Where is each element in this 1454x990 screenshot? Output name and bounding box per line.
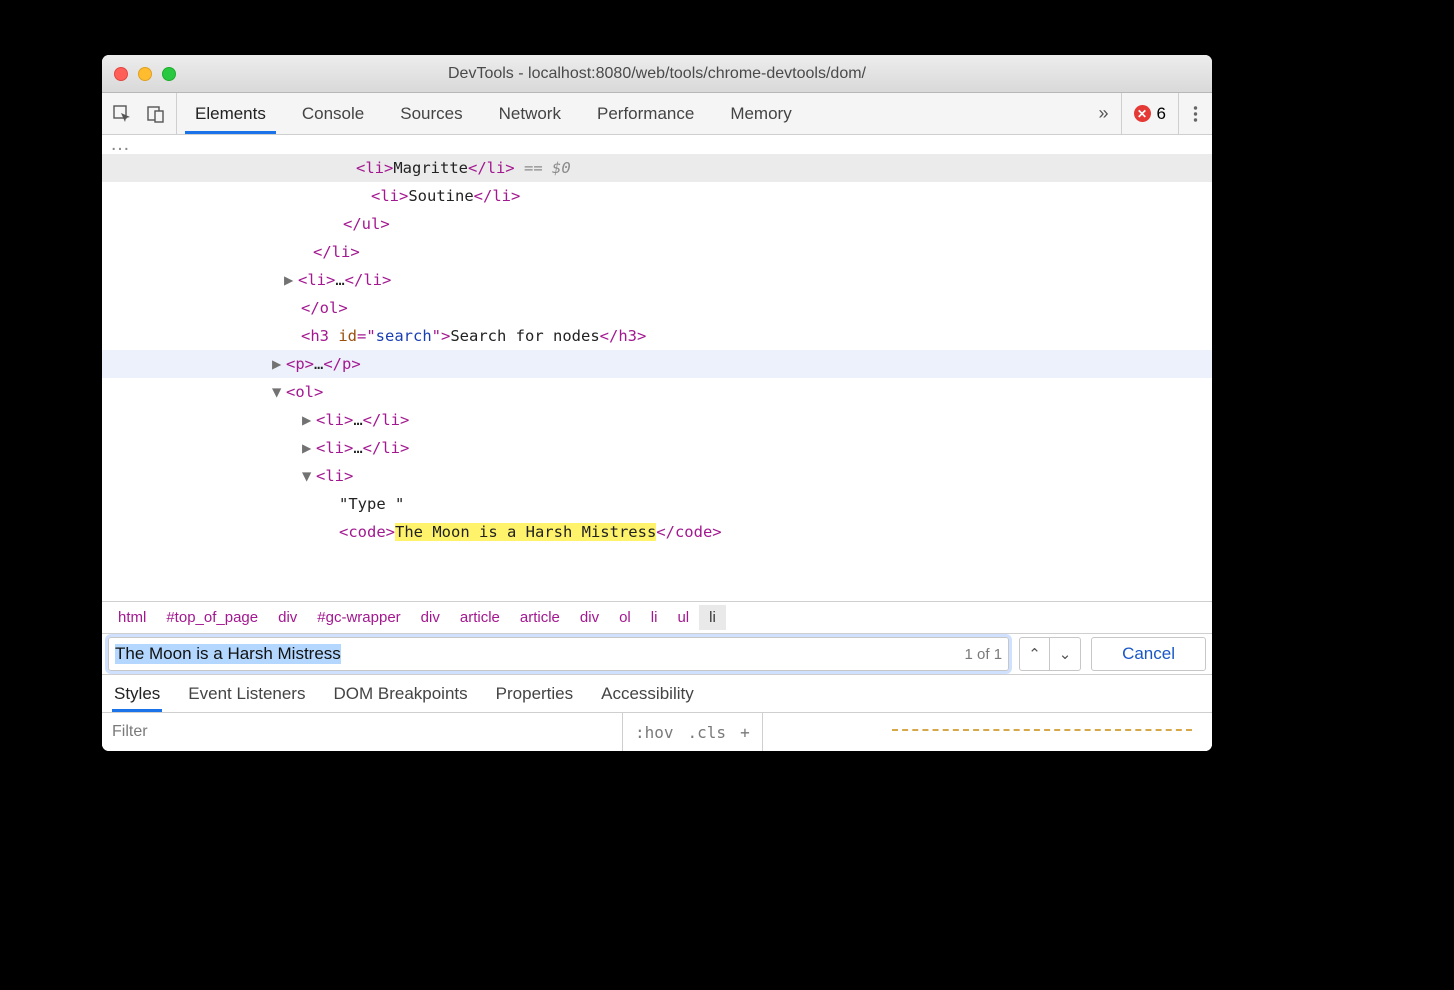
dom-tree-row[interactable]: ▼<ol> <box>102 378 1212 406</box>
disclosure-triangle-icon[interactable]: ▶ <box>302 434 314 462</box>
breadcrumb-item[interactable]: article <box>450 605 510 630</box>
toggle-cls[interactable]: .cls <box>688 723 727 742</box>
search-input-value: The Moon is a Harsh Mistress <box>115 644 341 664</box>
dom-tree-row[interactable]: <code>The Moon is a Harsh Mistress</code… <box>102 518 1212 546</box>
panel-tabs: Elements Console Sources Network Perform… <box>177 93 1087 134</box>
tab-elements[interactable]: Elements <box>177 93 284 134</box>
settings-menu-icon[interactable] <box>1178 93 1212 134</box>
breadcrumb-item[interactable]: div <box>268 605 307 630</box>
dom-tree-row[interactable]: <li>Magritte</li> == $0 <box>102 154 1212 182</box>
main-toolbar: Elements Console Sources Network Perform… <box>102 93 1212 135</box>
search-prev-button[interactable]: ⌃ <box>1020 638 1050 670</box>
more-tabs-button[interactable]: » <box>1087 93 1121 134</box>
dom-tree[interactable]: <li>Magritte</li> == $0<li>Soutine</li><… <box>102 153 1212 601</box>
window-title: DevTools - localhost:8080/web/tools/chro… <box>102 65 1212 83</box>
breadcrumb-item[interactable]: html <box>108 605 156 630</box>
dom-tree-row[interactable]: <li>Soutine</li> <box>102 182 1212 210</box>
disclosure-triangle-icon[interactable]: ▼ <box>302 462 314 490</box>
sidebar-tab-accessibility[interactable]: Accessibility <box>601 684 694 704</box>
styles-metrics-area <box>763 713 1212 751</box>
styles-filter-placeholder: Filter <box>112 723 148 741</box>
breadcrumb-item[interactable]: #top_of_page <box>156 605 268 630</box>
breadcrumb-item[interactable]: ul <box>667 605 699 630</box>
device-toolbar-icon[interactable] <box>146 104 166 124</box>
dom-tree-row[interactable]: ▶<p>…</p> <box>102 350 1212 378</box>
breadcrumb-item[interactable]: div <box>411 605 450 630</box>
search-nav-buttons: ⌃ ⌄ <box>1019 637 1081 671</box>
dom-tree-row[interactable]: ▶<li>…</li> <box>102 406 1212 434</box>
error-icon: ✕ <box>1134 105 1151 122</box>
dom-tree-row[interactable]: </ul> <box>102 210 1212 238</box>
sidebar-tab-event-listeners[interactable]: Event Listeners <box>188 684 305 704</box>
disclosure-triangle-icon[interactable]: ▶ <box>302 406 314 434</box>
styles-toggles: :hov .cls + <box>622 713 763 751</box>
error-count-number: 6 <box>1157 104 1166 124</box>
breadcrumb-item[interactable]: ol <box>609 605 641 630</box>
toolbar-left <box>102 93 177 134</box>
tree-overflow-indicator: … <box>102 135 1212 153</box>
dom-tree-row[interactable]: ▶<li>…</li> <box>102 434 1212 462</box>
tab-performance[interactable]: Performance <box>579 93 712 134</box>
dom-tree-row[interactable]: ▶<li>…</li> <box>102 266 1212 294</box>
styles-filter-input[interactable]: Filter <box>102 713 622 751</box>
dom-tree-row[interactable]: </li> <box>102 238 1212 266</box>
search-cancel-button[interactable]: Cancel <box>1091 637 1206 671</box>
sidebar-tab-styles[interactable]: Styles <box>114 684 160 704</box>
devtools-window: DevTools - localhost:8080/web/tools/chro… <box>102 55 1212 751</box>
search-result-count: 1 of 1 <box>965 646 1003 663</box>
dom-tree-row[interactable]: <h3 id="search">Search for nodes</h3> <box>102 322 1212 350</box>
search-input[interactable]: The Moon is a Harsh Mistress 1 of 1 <box>108 637 1009 671</box>
dom-tree-row[interactable]: "Type " <box>102 490 1212 518</box>
error-count[interactable]: ✕ 6 <box>1121 93 1178 134</box>
breadcrumb-item[interactable]: div <box>570 605 609 630</box>
tab-network[interactable]: Network <box>481 93 579 134</box>
dom-tree-row[interactable]: </ol> <box>102 294 1212 322</box>
box-model-margin-edge <box>892 729 1192 735</box>
tab-sources[interactable]: Sources <box>382 93 480 134</box>
toggle-hov[interactable]: :hov <box>635 723 674 742</box>
tab-memory[interactable]: Memory <box>712 93 809 134</box>
sidebar-tab-properties[interactable]: Properties <box>496 684 573 704</box>
dom-tree-row[interactable]: ▼<li> <box>102 462 1212 490</box>
breadcrumb-item[interactable]: li <box>699 605 726 630</box>
breadcrumb-item[interactable]: article <box>510 605 570 630</box>
titlebar: DevTools - localhost:8080/web/tools/chro… <box>102 55 1212 93</box>
tab-console[interactable]: Console <box>284 93 382 134</box>
disclosure-triangle-icon[interactable]: ▶ <box>284 266 296 294</box>
dom-tree-pane: … <li>Magritte</li> == $0<li>Soutine</li… <box>102 135 1212 751</box>
sidebar-tab-dom-breakpoints[interactable]: DOM Breakpoints <box>333 684 467 704</box>
disclosure-triangle-icon[interactable]: ▼ <box>272 378 284 406</box>
search-next-button[interactable]: ⌄ <box>1050 638 1080 670</box>
search-bar: The Moon is a Harsh Mistress 1 of 1 ⌃ ⌄ … <box>102 633 1212 675</box>
breadcrumb-item[interactable]: #gc-wrapper <box>307 605 410 630</box>
breadcrumb-item[interactable]: li <box>641 605 668 630</box>
new-style-rule-button[interactable]: + <box>740 723 750 742</box>
sidebar-tabs: Styles Event Listeners DOM Breakpoints P… <box>102 675 1212 713</box>
disclosure-triangle-icon[interactable]: ▶ <box>272 350 284 378</box>
dom-breadcrumbs: html#top_of_pagediv#gc-wrapperdivarticle… <box>102 601 1212 633</box>
inspect-element-icon[interactable] <box>112 104 132 124</box>
styles-toolbar: Filter :hov .cls + <box>102 713 1212 751</box>
